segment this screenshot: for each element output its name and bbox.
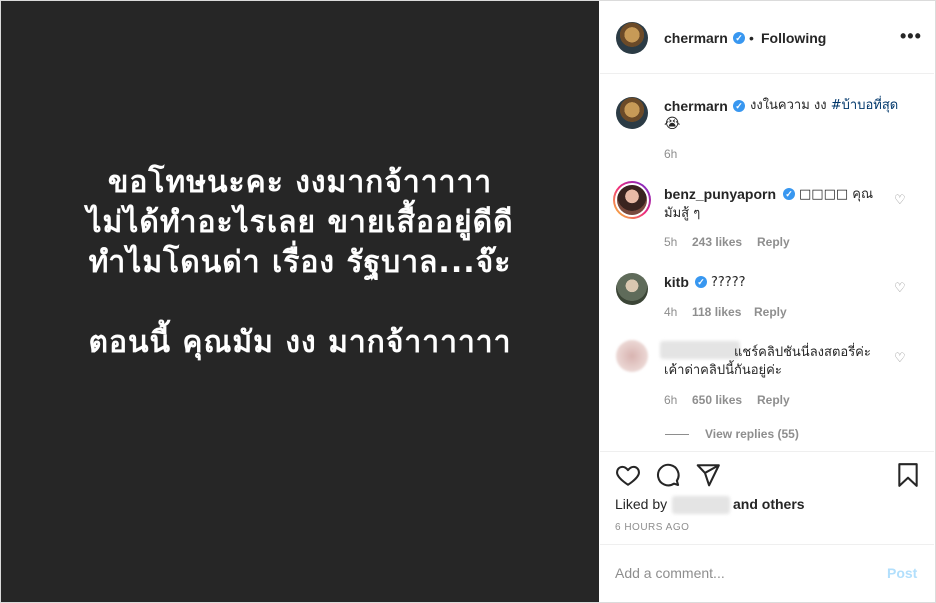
comment-likes[interactable]: 650 likes [692,393,742,407]
following-button[interactable]: Following [761,30,826,46]
and-others-link[interactable]: and others [733,496,805,512]
caption-avatar[interactable] [616,97,648,129]
comment-time[interactable]: 4h [664,305,677,319]
reply-button[interactable]: Reply [757,235,790,249]
divider [600,451,934,452]
media-text-line-2: ไม่ได้ทำอะไรเลย ขายเสื้ออยู่ดีดี [86,205,514,240]
view-replies-line [665,434,689,435]
caption-username[interactable]: chermarn [664,98,728,114]
redacted-liker [672,496,730,514]
post-button[interactable]: Post [887,565,917,581]
comment-text: แชร์คลิปชันนี่ลงสตอรี่ค่ะ [734,345,871,360]
post-media[interactable]: ขอโทษนะคะ งงมากจ้าาาาา ไม่ได้ทำอะไรเลย ข… [1,1,599,602]
post-header: chermarn ✓ • Following ••• [600,1,934,74]
comment-avatar[interactable] [616,273,648,305]
header-dot: • [749,30,754,46]
comment-username[interactable]: benz_punyaporn [664,186,776,202]
comment-text-cont: มัมสู้ ๆ [664,206,701,221]
comment-avatar[interactable] [616,340,648,372]
comment-likes[interactable]: 243 likes [692,235,742,249]
comment-text: ????? [711,275,746,290]
reply-button[interactable]: Reply [757,393,790,407]
caption-time[interactable]: 6h [664,147,677,161]
divider [600,544,934,545]
reply-button[interactable]: Reply [754,305,787,319]
avatar[interactable] [616,22,648,54]
comment-likes[interactable]: 118 likes [692,305,741,319]
share-icon[interactable] [695,462,721,488]
verified-icon: ✓ [783,188,795,200]
more-icon[interactable]: ••• [900,26,922,47]
like-comment-icon[interactable]: ♡ [894,192,906,208]
verified-icon: ✓ [695,276,707,288]
media-text-line-3: ทำไมโดนด่า เรื่อง รัฐบาล...จ๊ะ [88,245,512,280]
comment-username[interactable]: kitb [664,274,689,290]
hashtag-link[interactable]: #บ้าบอที่สุด [831,98,898,113]
like-comment-icon[interactable]: ♡ [894,280,906,296]
comment-icon[interactable] [655,462,681,488]
comment-text: □□□□ คุณ [799,187,874,202]
heart-icon[interactable] [615,462,641,488]
liked-by: Liked by [615,496,668,512]
media-text-line-4: ตอนนี้ คุณมัม งง มากจ้าาาาาา [88,325,512,360]
like-comment-icon[interactable]: ♡ [894,350,906,366]
comment-avatar[interactable] [613,181,651,219]
comment-text-cont: เค้าด่าคลิปนี้กันอยู่ค่ะ [664,363,782,378]
verified-icon: ✓ [733,100,745,112]
caption-emoji: 😭 [664,116,681,132]
caption-text: งงในความ งง #บ้าบอที่สุด [750,98,899,113]
redacted-username [660,341,740,359]
header-username[interactable]: chermarn [664,30,728,46]
view-replies-button[interactable]: View replies (55) [705,427,799,441]
comment-time[interactable]: 5h [664,235,677,249]
media-text-line-1: ขอโทษนะคะ งงมากจ้าาาาา [107,165,493,200]
comment-input[interactable]: Add a comment... [615,565,725,581]
comment-time[interactable]: 6h [664,393,677,407]
post-sidebar: chermarn ✓ • Following ••• chermarn ✓ งง… [600,1,934,602]
verified-icon: ✓ [733,32,745,44]
bookmark-icon[interactable] [895,462,921,488]
post-time[interactable]: 6 HOURS AGO [615,522,689,533]
